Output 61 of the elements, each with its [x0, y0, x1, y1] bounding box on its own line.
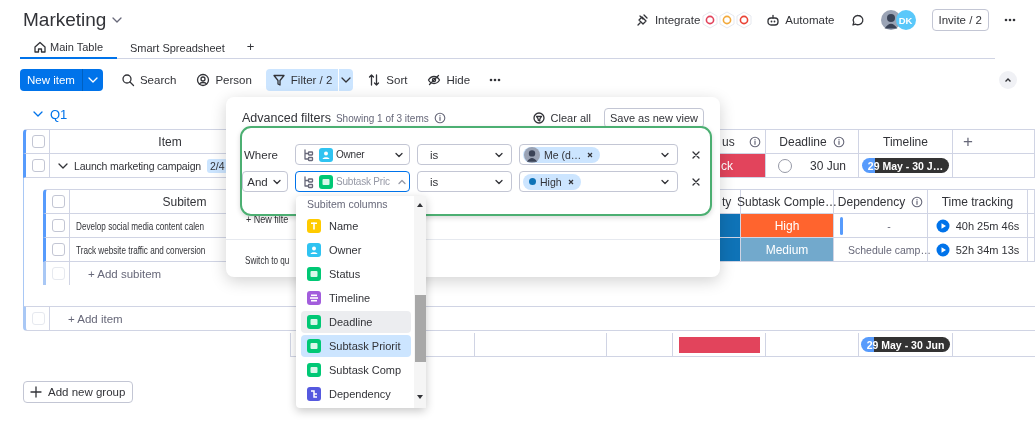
menu-item[interactable]: Dependency: [301, 383, 411, 405]
view-tab[interactable]: Main Table: [20, 40, 117, 59]
person-button[interactable]: Person: [190, 69, 258, 91]
subitem-count[interactable]: 2/4: [206, 158, 228, 173]
search-button[interactable]: Search: [114, 69, 183, 91]
chip-label: Me (d…: [544, 148, 582, 161]
add-group-button[interactable]: Add new group: [23, 381, 134, 403]
status-chip[interactable]: High: [523, 173, 581, 190]
deadline-date: 30 Jun: [810, 158, 846, 173]
chip-label: High: [540, 175, 562, 188]
conjunction-label: Where: [243, 148, 279, 161]
operator-dropdown[interactable]: is: [417, 144, 512, 165]
column-header: Time tracking: [941, 194, 1014, 209]
clear-all-button[interactable]: Clear all: [531, 111, 591, 125]
column-header: Subitem: [162, 194, 207, 209]
add-subitem-link[interactable]: + Add subitem: [76, 267, 162, 280]
subitem-name[interactable]: Track website traffic and conversion: [76, 243, 206, 256]
board-title[interactable]: Marketing: [23, 8, 107, 32]
person-chip[interactable]: Me (d…: [523, 146, 601, 163]
column-header: Dependency: [837, 194, 906, 209]
column-header: Timeline: [883, 134, 928, 149]
column-header: ty: [722, 194, 732, 209]
group-title[interactable]: Q1: [50, 106, 68, 122]
time-value: 40h 25m 46s: [955, 219, 1020, 232]
automate-button[interactable]: Automate: [766, 13, 835, 27]
operator-dropdown[interactable]: is: [417, 171, 512, 192]
menu-item[interactable]: Subtask Comp: [301, 359, 411, 381]
integrate-button[interactable]: Integrate: [635, 13, 701, 27]
item-name[interactable]: Launch marketing campaign: [74, 159, 201, 172]
menu-item[interactable]: Name: [301, 215, 411, 237]
invite-button[interactable]: Invite / 2: [931, 9, 989, 31]
new-item-button[interactable]: New item: [20, 69, 83, 91]
menu-heading: Subitem columns: [306, 197, 389, 212]
value-field[interactable]: High: [519, 171, 678, 192]
menu-item[interactable]: Deadline: [301, 311, 411, 333]
add-view-button[interactable]: +: [238, 39, 263, 59]
panel-title: Advanced filters: [242, 111, 331, 125]
column-header: Subtask Comple…: [737, 194, 838, 209]
menu-item[interactable]: Owner: [301, 239, 411, 261]
filter-button[interactable]: Filter / 2: [265, 69, 339, 91]
menu-item[interactable]: Timeline: [301, 287, 411, 309]
sort-button[interactable]: Sort: [361, 69, 414, 91]
dependency-value[interactable]: Schedule camp…: [848, 243, 931, 256]
conjunction-dropdown[interactable]: And: [242, 171, 288, 192]
hide-button[interactable]: Hide: [421, 69, 477, 91]
status-label[interactable]: ck: [720, 154, 765, 177]
dependency-value[interactable]: -: [851, 219, 927, 232]
column-header: us: [722, 134, 735, 149]
menu-item[interactable]: Subtask Priorit: [301, 335, 411, 357]
column-header: Deadline: [779, 134, 827, 149]
view-tab[interactable]: Smart Spreadsheet: [117, 42, 239, 59]
value-field[interactable]: Me (d…: [519, 144, 678, 165]
results-count: Showing 1 of 3 items: [335, 112, 429, 124]
subitem-name[interactable]: Develop social media content calen: [76, 219, 205, 232]
menu-item[interactable]: Status: [301, 263, 411, 285]
switch-link[interactable]: Switch to qu: [245, 254, 290, 266]
add-column-button[interactable]: +: [963, 133, 973, 150]
time-value: 52h 34m 13s: [955, 243, 1020, 256]
add-item-link[interactable]: + Add item: [56, 312, 123, 325]
column-header: Item: [158, 134, 182, 149]
column-dropdown[interactable]: Owner: [295, 144, 410, 165]
